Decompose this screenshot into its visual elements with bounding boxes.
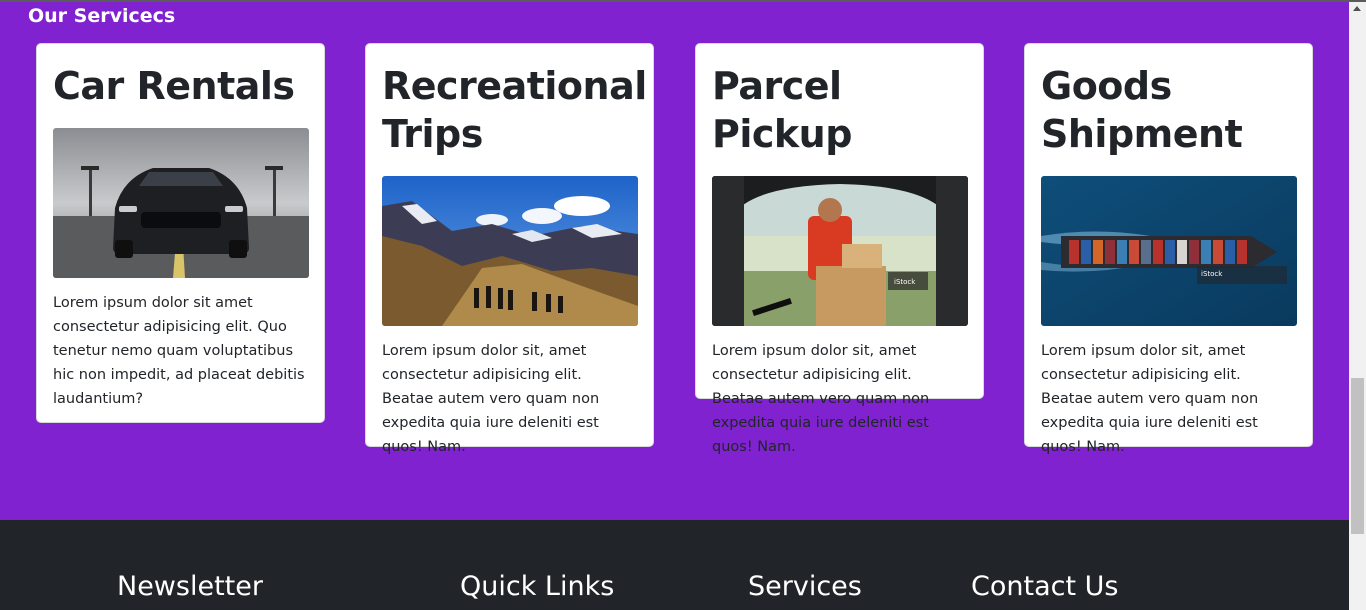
- services-section: Our Servicecs Car Rentals Lorem ipsum do…: [0, 2, 1349, 520]
- scroll-up-arrow-icon[interactable]: [1353, 6, 1361, 11]
- footer-heading-contact-us: Contact Us: [971, 571, 1119, 602]
- service-card-car-rentals: Car Rentals Lorem ipsum dolor sit amet c…: [36, 43, 325, 423]
- card-title: Car Rentals: [53, 64, 295, 108]
- footer-heading-newsletter: Newsletter: [117, 571, 263, 602]
- car-image: [53, 128, 309, 278]
- card-description: Lorem ipsum dolor sit, amet consectetur …: [382, 343, 600, 455]
- service-card-goods-shipment: Goods Shipment iStock Lorem ipsum dolor …: [1024, 43, 1313, 455]
- scrollbar-thumb[interactable]: [1351, 378, 1364, 534]
- card-description: Lorem ipsum dolor sit, amet consectetur …: [712, 343, 930, 455]
- card-description: Lorem ipsum dolor sit amet consectetur a…: [53, 295, 305, 407]
- service-card-recreational-trips: Recreational Trips Lorem ipsum dolor sit…: [365, 43, 654, 455]
- container-ship-image: iStock: [1041, 176, 1297, 326]
- footer-heading-quick-links: Quick Links: [460, 571, 615, 602]
- section-title: Our Servicecs: [28, 5, 176, 27]
- courier-parcel-image: iStock: [712, 176, 968, 326]
- card-title: Recreational Trips: [382, 64, 647, 156]
- service-card-parcel-pickup: Parcel Pickup iStock Lorem ipsum dolor s…: [695, 43, 984, 455]
- footer: Newsletter Quick Links Services Contact …: [0, 520, 1349, 610]
- vertical-scrollbar[interactable]: [1349, 2, 1366, 610]
- svg-text:iStock: iStock: [1201, 270, 1223, 278]
- footer-heading-services: Services: [748, 571, 862, 602]
- svg-text:iStock: iStock: [894, 278, 916, 286]
- card-title: Parcel Pickup: [712, 64, 852, 156]
- card-description: Lorem ipsum dolor sit, amet consectetur …: [1041, 343, 1259, 455]
- card-title: Goods Shipment: [1041, 64, 1243, 156]
- mountain-hikers-image: [382, 176, 638, 326]
